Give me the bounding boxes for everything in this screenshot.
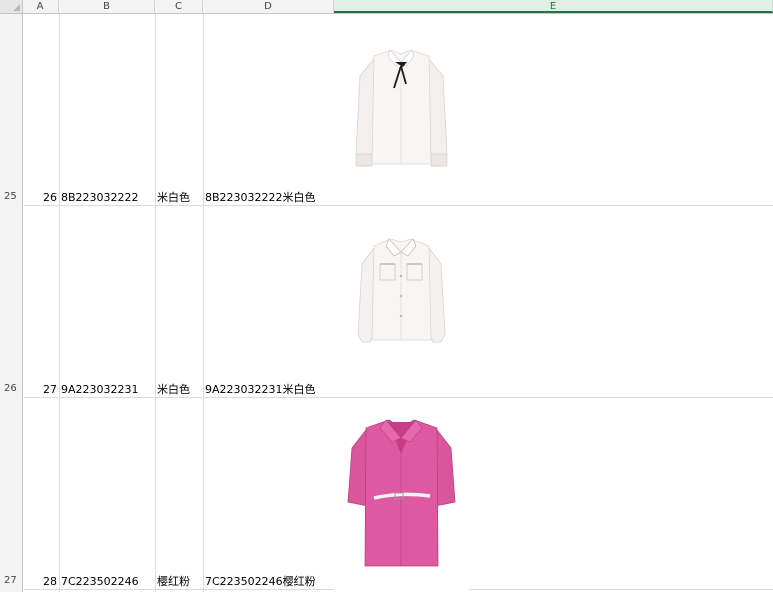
cell-d[interactable]: 7C223502246樱红粉: [205, 575, 333, 589]
cell-b[interactable]: 9A223032231: [61, 383, 155, 397]
column-header-b[interactable]: B: [59, 0, 155, 13]
select-all-corner[interactable]: [0, 0, 23, 13]
row-number[interactable]: 26: [0, 383, 22, 394]
column-header-a[interactable]: A: [22, 0, 59, 13]
column-header-c[interactable]: C: [155, 0, 203, 13]
cell-a[interactable]: 26: [22, 191, 57, 205]
gridline: [203, 14, 204, 592]
cell-d[interactable]: 8B223032222米白色: [205, 191, 333, 205]
cell-c[interactable]: 樱红粉: [157, 575, 203, 589]
cell-c[interactable]: 米白色: [157, 191, 203, 205]
cell-c[interactable]: 米白色: [157, 383, 203, 397]
cell-a[interactable]: 27: [22, 383, 57, 397]
cell-a[interactable]: 28: [22, 575, 57, 589]
row-number[interactable]: 25: [0, 191, 22, 202]
column-header-bar: A B C D E: [0, 0, 773, 14]
product-image-white-shirt[interactable]: [334, 206, 469, 397]
gridline: [59, 14, 60, 592]
row-number[interactable]: 27: [0, 575, 22, 586]
product-image-pink-dress[interactable]: [334, 398, 469, 592]
row-header-bar: [0, 14, 23, 592]
product-image-white-blouse[interactable]: [334, 14, 469, 205]
cell-b[interactable]: 8B223032222: [61, 191, 155, 205]
cell-d[interactable]: 9A223032231米白色: [205, 383, 333, 397]
column-header-d[interactable]: D: [203, 0, 334, 13]
cell-b[interactable]: 7C223502246: [61, 575, 155, 589]
column-header-e[interactable]: E: [334, 0, 773, 13]
gridline: [155, 14, 156, 592]
